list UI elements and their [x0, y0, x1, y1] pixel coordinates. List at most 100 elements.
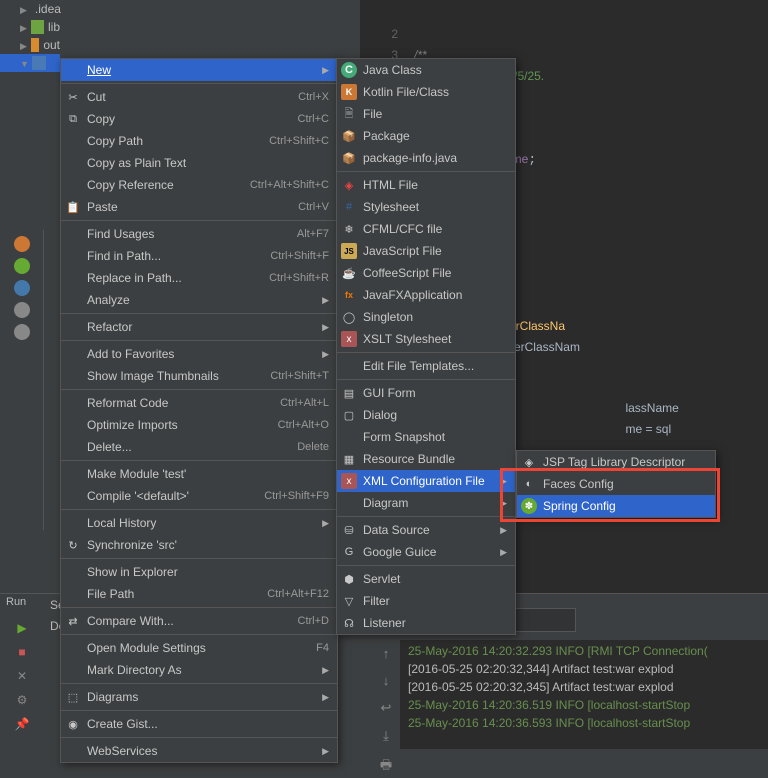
new-coffeescript[interactable]: ☕CoffeeScript File — [337, 262, 515, 284]
javafx-icon: fx — [341, 287, 357, 303]
menu-compile[interactable]: Compile '<default>'Ctrl+Shift+F9 — [61, 485, 337, 507]
menu-create-gist[interactable]: ◉Create Gist... — [61, 713, 337, 735]
new-servlet[interactable]: ⬢Servlet — [337, 568, 515, 590]
print-icon[interactable]: 🖶 — [380, 756, 392, 778]
wrap-icon[interactable]: ↩ — [381, 700, 392, 716]
menu-paste[interactable]: 📋PasteCtrl+V — [61, 196, 337, 218]
menu-copy-reference[interactable]: Copy ReferenceCtrl+Alt+Shift+C — [61, 174, 337, 196]
menu-separator — [61, 683, 337, 684]
menu-delete[interactable]: Delete...Delete — [61, 436, 337, 458]
new-xml-config[interactable]: xXML Configuration File▶ — [337, 470, 515, 492]
new-html[interactable]: ◈HTML File — [337, 174, 515, 196]
submenu-xml-config: ◈JSP Tag Library Descriptor ◐Faces Confi… — [516, 450, 716, 518]
new-form-snapshot[interactable]: Form Snapshot — [337, 426, 515, 448]
menu-mark-directory[interactable]: Mark Directory As▶ — [61, 659, 337, 681]
close-icon[interactable]: ✕ — [13, 667, 31, 685]
menu-separator — [61, 710, 337, 711]
xml-jsp-tag[interactable]: ◈JSP Tag Library Descriptor — [517, 451, 715, 473]
up-icon[interactable]: ↑ — [383, 646, 390, 661]
new-javafx[interactable]: fxJavaFXApplication — [337, 284, 515, 306]
menu-webservices[interactable]: WebServices▶ — [61, 740, 337, 762]
new-dialog[interactable]: ▢Dialog — [337, 404, 515, 426]
menu-add-favorites[interactable]: Add to Favorites▶ — [61, 343, 337, 365]
menu-find-usages[interactable]: Find UsagesAlt+F7 — [61, 223, 337, 245]
menu-show-explorer[interactable]: Show in Explorer — [61, 561, 337, 583]
chevron-right-icon: ▶ — [500, 525, 507, 536]
diff-icon: ⇄ — [65, 613, 81, 629]
new-file[interactable]: 🗎File — [337, 103, 515, 125]
xslt-icon: x — [341, 331, 357, 347]
new-resource-bundle[interactable]: ▦Resource Bundle — [337, 448, 515, 470]
pin-icon[interactable]: 📌 — [13, 715, 31, 733]
xml-faces-config[interactable]: ◐Faces Config — [517, 473, 715, 495]
new-listener[interactable]: ☊Listener — [337, 612, 515, 634]
new-package-info[interactable]: 📦package-info.java — [337, 147, 515, 169]
gutter-icon[interactable] — [14, 302, 30, 318]
new-gui-form[interactable]: ▤GUI Form — [337, 382, 515, 404]
menu-diagrams[interactable]: ⬚Diagrams▶ — [61, 686, 337, 708]
sync-icon: ↻ — [65, 537, 81, 553]
xml-icon: x — [341, 473, 357, 489]
new-stylesheet[interactable]: #Stylesheet — [337, 196, 515, 218]
xml-spring-config[interactable]: ✽Spring Config — [517, 495, 715, 517]
tree-item-idea[interactable]: ▶ .idea — [0, 0, 60, 18]
menu-separator — [61, 340, 337, 341]
new-google-guice[interactable]: GGoogle Guice▶ — [337, 541, 515, 563]
menu-optimize[interactable]: Optimize ImportsCtrl+Alt+O — [61, 414, 337, 436]
submenu-new: CJava Class KKotlin File/Class 🗎File 📦Pa… — [336, 58, 516, 635]
menu-separator — [61, 460, 337, 461]
menu-refactor[interactable]: Refactor▶ — [61, 316, 337, 338]
menu-make-module[interactable]: Make Module 'test' — [61, 463, 337, 485]
stop-icon[interactable]: ■ — [13, 643, 31, 661]
menu-file-path[interactable]: File PathCtrl+Alt+F12 — [61, 583, 337, 605]
new-xslt[interactable]: xXSLT Stylesheet — [337, 328, 515, 350]
new-java-class[interactable]: CJava Class — [337, 59, 515, 81]
html-icon: ◈ — [341, 177, 357, 193]
chevron-right-icon: ▶ — [322, 665, 329, 676]
console-output[interactable]: 25-May-2016 14:20:32.293 INFO [RMI TCP C… — [400, 640, 768, 749]
menu-synchronize[interactable]: ↻Synchronize 'src' — [61, 534, 337, 556]
menu-reformat[interactable]: Reformat CodeCtrl+Alt+L — [61, 392, 337, 414]
class-icon: C — [341, 62, 357, 78]
menu-module-settings[interactable]: Open Module SettingsF4 — [61, 637, 337, 659]
menu-copy-path[interactable]: Copy PathCtrl+Shift+C — [61, 130, 337, 152]
new-package[interactable]: 📦Package — [337, 125, 515, 147]
tree-item-selected[interactable]: ▼ — [0, 54, 60, 72]
chevron-right-icon: ▶ — [322, 65, 329, 76]
menu-thumbnails[interactable]: Show Image ThumbnailsCtrl+Shift+T — [61, 365, 337, 387]
gutter-icon[interactable] — [14, 280, 30, 296]
scroll-icon[interactable]: ⤓ — [383, 728, 389, 744]
new-diagram[interactable]: Diagram▶ — [337, 492, 515, 514]
dialog-icon: ▢ — [341, 407, 357, 423]
new-singleton[interactable]: ◯Singleton — [337, 306, 515, 328]
new-javascript[interactable]: JSJavaScript File — [337, 240, 515, 262]
menu-compare-with[interactable]: ⇄Compare With...Ctrl+D — [61, 610, 337, 632]
menu-separator — [61, 737, 337, 738]
run-icon[interactable] — [14, 258, 30, 274]
down-icon[interactable]: ↓ — [383, 673, 390, 688]
new-cfml[interactable]: ❄CFML/CFC file — [337, 218, 515, 240]
rerun-icon[interactable]: ▶ — [13, 619, 31, 637]
tree-label: out — [43, 38, 60, 52]
gutter-icon[interactable] — [14, 324, 30, 340]
override-icon[interactable] — [14, 236, 30, 252]
file-icon: 🗎 — [341, 106, 357, 122]
settings-icon[interactable]: ⚙ — [13, 691, 31, 709]
menu-copy-plain[interactable]: Copy as Plain Text — [61, 152, 337, 174]
menu-cut[interactable]: ✂CutCtrl+X — [61, 86, 337, 108]
tree-item-out[interactable]: ▶ out — [0, 36, 60, 54]
menu-analyze[interactable]: Analyze▶ — [61, 289, 337, 311]
log-line: 25-May-2016 14:20:36.519 INFO [localhost… — [400, 696, 768, 714]
context-menu: New ▶ ✂CutCtrl+X ⧉CopyCtrl+C Copy PathCt… — [60, 58, 338, 763]
tree-item-lib[interactable]: ▶ lib — [0, 18, 60, 36]
menu-find-in-path[interactable]: Find in Path...Ctrl+Shift+F — [61, 245, 337, 267]
new-kotlin[interactable]: KKotlin File/Class — [337, 81, 515, 103]
menu-replace-in-path[interactable]: Replace in Path...Ctrl+Shift+R — [61, 267, 337, 289]
new-edit-templates[interactable]: Edit File Templates... — [337, 355, 515, 377]
menu-copy[interactable]: ⧉CopyCtrl+C — [61, 108, 337, 130]
new-filter[interactable]: ▽Filter — [337, 590, 515, 612]
new-data-source[interactable]: ⛁Data Source▶ — [337, 519, 515, 541]
menu-local-history[interactable]: Local History▶ — [61, 512, 337, 534]
menu-new[interactable]: New ▶ — [61, 59, 337, 81]
chevron-right-icon: ▶ — [322, 295, 329, 306]
